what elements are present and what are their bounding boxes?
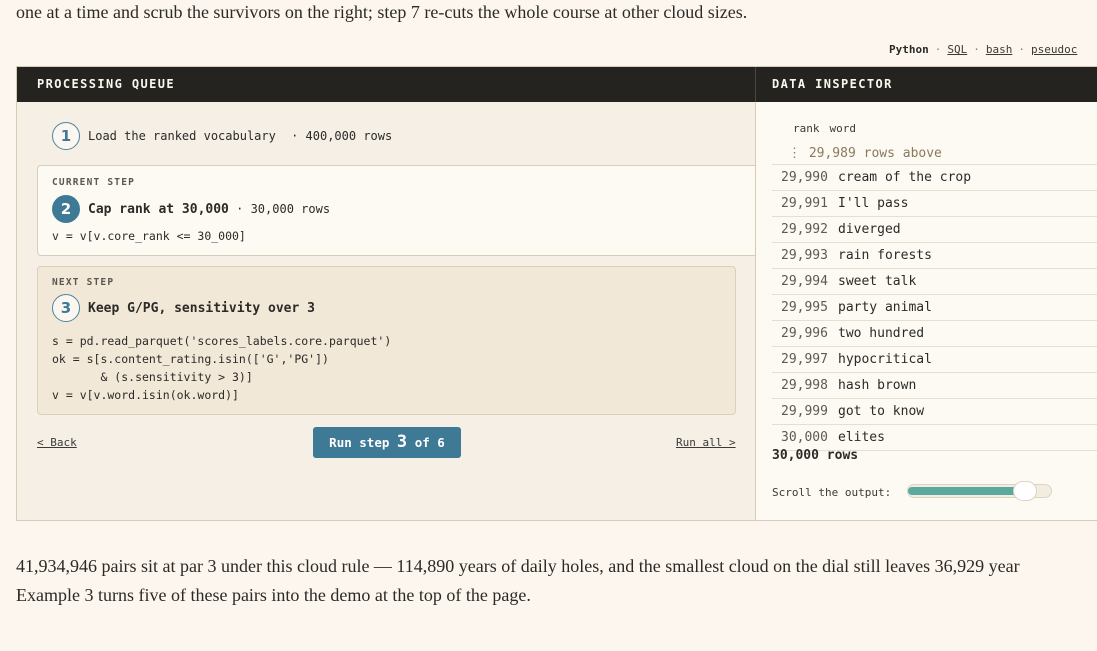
outro-paragraph: 41,934,946 pairs sit at par 3 under this… (16, 552, 1020, 610)
column-rank: rank (793, 122, 820, 135)
back-button[interactable]: < Back (37, 436, 77, 449)
language-switcher: Python · SQL · bash · pseudoc (889, 43, 1077, 56)
processing-queue-header: PROCESSING QUEUE (17, 67, 755, 102)
current-step-card: CURRENT STEP 2 Cap rank at 30,000 · 30,00… (37, 165, 777, 256)
word-cell: two hundred (838, 326, 925, 341)
run-all-button[interactable]: Run all > (676, 436, 736, 449)
separator: · (934, 43, 942, 56)
table-row: 29,996 two hundred (772, 321, 1097, 347)
word-cell: party animal (838, 300, 932, 315)
outro-line-2: Example 3 turns five of these pairs into… (16, 585, 531, 605)
intro-paragraph: one at a time and scrub the survivors on… (16, 2, 748, 22)
lang-sql[interactable]: SQL (947, 43, 967, 56)
step-label: Load the ranked vocabulary (88, 129, 276, 143)
run-step-button[interactable]: Run step 3 of 6 (313, 427, 461, 458)
processing-queue: 1 Load the ranked vocabulary · 400,000 ro… (17, 102, 777, 520)
rank-cell: 29,996 (781, 326, 828, 341)
table-row: 29,995 party animal (772, 295, 1097, 321)
word-cell: rain forests (838, 248, 932, 263)
current-step-code: v = v[v.core_rank <= 30_000] (52, 229, 246, 243)
table-row: 29,998 hash brown (772, 373, 1097, 399)
pipeline-panel: PROCESSING QUEUE DATA INSPECTOR 1 Load th… (16, 66, 1097, 521)
word-cell: got to know (838, 404, 925, 419)
data-inspector-header: DATA INSPECTOR (755, 67, 1097, 102)
word-cell: I'll pass (838, 196, 909, 211)
completed-step: 1 Load the ranked vocabulary · 400,000 ro… (52, 122, 392, 150)
scroll-slider[interactable] (907, 481, 1052, 501)
outro-line-1: 41,934,946 pairs sit at par 3 under this… (16, 556, 1020, 576)
word-cell: diverged (838, 222, 901, 237)
column-headers: rank word (793, 122, 856, 135)
scroll-label: Scroll the output: (772, 486, 892, 499)
next-step-code: s = pd.read_parquet('scores_labels.core.… (52, 334, 392, 402)
rank-cell: 29,994 (781, 274, 828, 289)
rank-cell: 29,992 (781, 222, 828, 237)
step-number-badge: 2 (52, 195, 80, 223)
table-row: 29,990 cream of the crop (772, 164, 1097, 191)
separator: · (973, 43, 980, 56)
word-cell: elites (838, 430, 885, 445)
step-number-badge: 3 (52, 294, 80, 322)
lang-pseudocode[interactable]: pseudoc (1031, 43, 1077, 56)
row-total: 30,000 rows (772, 448, 859, 463)
step-number-badge: 1 (52, 122, 80, 150)
word-cell: cream of the crop (838, 170, 972, 185)
separator: · (1018, 43, 1025, 56)
run-step-number: 3 (396, 432, 408, 452)
next-step-title: Keep G/PG, sensitivity over 3 (88, 300, 315, 316)
current-step-kicker: CURRENT STEP (52, 177, 136, 188)
table-row: 29,999 got to know (772, 399, 1097, 425)
rank-cell: 29,993 (781, 248, 828, 263)
run-step-label: Run step (329, 435, 390, 450)
rank-cell: 29,990 (781, 170, 828, 185)
word-cell: sweet talk (838, 274, 917, 289)
table-row: 29,993 rain forests (772, 243, 1097, 269)
rank-cell: 29,997 (781, 352, 828, 367)
column-word: word (829, 122, 857, 135)
rank-cell: 29,995 (781, 300, 828, 315)
rank-cell: 29,999 (781, 404, 828, 419)
table-row: 29,991 I'll pass (772, 191, 1097, 217)
next-step-kicker: NEXT STEP (52, 277, 115, 288)
inspector-rows: 29,990 cream of the crop 29,991 I'll pass 29… (772, 164, 1097, 451)
word-cell: hypocritical (838, 352, 932, 367)
word-cell: hash brown (838, 378, 917, 393)
table-row: 29,994 sweet talk (772, 269, 1097, 295)
rank-cell: 29,998 (781, 378, 828, 393)
table-row: 29,997 hypocritical (772, 347, 1097, 373)
scroll-slider-thumb[interactable] (1013, 481, 1037, 501)
rank-cell: 29,991 (781, 196, 828, 211)
current-step-title: Cap rank at 30,000 (88, 201, 229, 217)
run-step-total: of 6 (414, 435, 445, 450)
table-row: 29,992 diverged (772, 217, 1097, 243)
lang-python[interactable]: Python (889, 43, 929, 56)
next-step-card: NEXT STEP 3 Keep G/PG, sensitivity over 3… (37, 266, 736, 415)
rows-above-indicator: ⋮ 29,989 rows above (788, 146, 942, 161)
step-row-count: · 30,000 rows (236, 202, 331, 216)
lang-bash[interactable]: bash (986, 43, 1013, 56)
rank-cell: 30,000 (781, 430, 828, 445)
step-row-count: · 400,000 rows (291, 129, 393, 143)
data-inspector: rank word ⋮ 29,989 rows above 29,990 cream… (755, 102, 1097, 520)
scroll-slider-fill (908, 487, 1019, 495)
